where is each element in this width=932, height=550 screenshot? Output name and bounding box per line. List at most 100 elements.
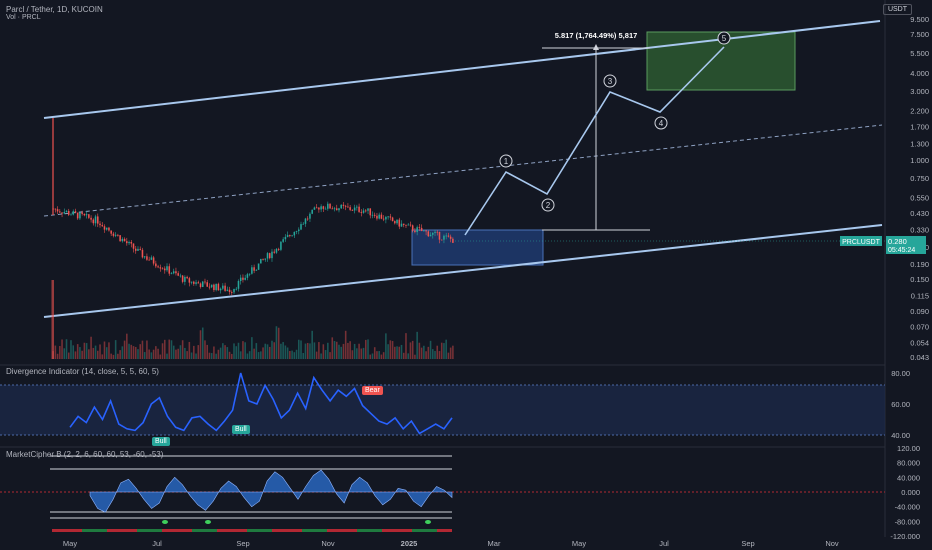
volume-bar <box>351 350 354 359</box>
volume-bar <box>286 347 289 359</box>
price-axis: 9.500 7.500 5.500 4.000 3.000 2.200 1.700 1.300… <box>910 15 929 362</box>
volume-bar <box>331 337 334 359</box>
volume-bar <box>320 353 322 359</box>
price-tick-label: 0.750 <box>910 174 929 183</box>
volume-bar <box>244 342 246 359</box>
volume-bar <box>206 344 208 359</box>
mcb-strip-segment <box>257 529 262 532</box>
mcb-strip-segment <box>322 529 327 532</box>
volume-bar <box>318 342 320 359</box>
price-badge-countdown: 05:45:24 <box>888 247 915 254</box>
marketcipher-tick-label: -80.000 <box>895 517 920 526</box>
divergence-title[interactable]: Divergence Indicator (14, close, 5, 5, 6… <box>6 367 159 376</box>
mcb-strip-segment <box>427 529 432 532</box>
volume-bar <box>56 353 59 359</box>
wave-label-5: 5 <box>717 31 731 45</box>
volume-bar <box>349 341 351 359</box>
candle-body <box>101 225 104 227</box>
mcb-strip-segment <box>392 529 397 532</box>
volume-bar <box>429 340 432 359</box>
chart-canvas[interactable]: 5.817 (1,764.49%) 5,817 1 2 3 4 5 9.500 7… <box>0 0 932 550</box>
candle-body <box>324 208 327 210</box>
price-tick-label: 7.500 <box>910 30 929 39</box>
candle-body <box>175 271 177 274</box>
volume-bar <box>123 340 126 359</box>
candles[interactable] <box>52 118 454 296</box>
volume-bar <box>358 343 360 359</box>
volume-bar <box>280 343 282 359</box>
candle-body <box>210 284 213 288</box>
candle-body <box>358 206 360 212</box>
volume-bar <box>396 346 398 359</box>
volume-bar <box>67 352 70 359</box>
candle-body <box>204 281 206 283</box>
candle-body <box>74 211 77 213</box>
candle-body <box>103 226 106 230</box>
candle-body <box>313 207 316 210</box>
candle-body <box>177 273 179 276</box>
volume-bar <box>264 343 267 359</box>
volume-bar <box>239 351 242 359</box>
volume-bar <box>268 346 271 359</box>
volume-bar <box>257 352 260 359</box>
volume-bar <box>199 330 202 359</box>
volume-bar <box>405 333 407 359</box>
candle-body <box>248 273 251 275</box>
candle-body <box>181 275 184 282</box>
candle-body <box>226 289 229 291</box>
mcb-strip-segment <box>182 529 187 532</box>
volume-bar <box>293 352 296 359</box>
price-tick-label: 0.054 <box>910 339 929 348</box>
candle-body <box>315 207 318 209</box>
mcb-strip-segment <box>307 529 312 532</box>
currency-label[interactable]: USDT <box>882 4 912 15</box>
candle-body <box>360 211 363 213</box>
candle-body <box>409 224 412 226</box>
candle-body <box>219 288 222 291</box>
candle-body <box>432 232 434 235</box>
marketcipher-title[interactable]: MarketCipher B (2, 2, 6, 60, 60, 53, -60… <box>6 450 163 459</box>
volume-bar <box>63 348 66 359</box>
mcb-strip-segment <box>437 529 442 532</box>
volume-bar <box>121 346 124 359</box>
wave-label-3-text: 3 <box>608 77 613 86</box>
candle-body <box>170 273 173 275</box>
mcb-strip-segment <box>232 529 237 532</box>
candle-body <box>92 219 95 224</box>
volume-bar <box>367 339 369 359</box>
candle-body <box>148 259 150 261</box>
symbol-legend[interactable]: Parcl / Tether, 1D, KUCOIN <box>6 5 103 14</box>
price-tick-label: 0.190 <box>910 260 929 269</box>
marketcipher-tick-label: 120.00 <box>897 444 920 453</box>
volume-bar <box>134 346 137 359</box>
volume-bar <box>304 343 307 359</box>
volume-legend[interactable]: Vol · PRCL <box>6 14 41 21</box>
candle-body <box>190 281 193 283</box>
volume-bar <box>217 349 220 359</box>
candle-body <box>114 234 117 236</box>
volume-bar <box>251 337 253 359</box>
mcb-strip-segment <box>97 529 102 532</box>
candle-body <box>391 217 394 222</box>
candle-body <box>329 203 331 209</box>
volume-bar <box>103 341 106 359</box>
volume-bar <box>79 347 81 359</box>
candle-body <box>365 210 367 212</box>
volume-bar <box>311 330 313 359</box>
candle-body <box>293 231 296 236</box>
volume-bar <box>130 344 133 359</box>
candle-body <box>110 230 112 234</box>
mcb-strip-segment <box>317 529 322 532</box>
candle-body <box>119 235 121 242</box>
volume-bar <box>402 352 405 359</box>
candle-body <box>231 292 233 293</box>
candle-body <box>327 203 329 209</box>
candle-body <box>161 268 164 270</box>
channel-mid-line[interactable] <box>43 124 883 217</box>
volume-bar <box>70 340 72 359</box>
volume-bar <box>427 346 430 359</box>
mcb-strip-segment <box>357 529 362 532</box>
time-tick-label: Jul <box>152 539 162 548</box>
candle-body <box>389 216 392 218</box>
entry-box[interactable] <box>411 229 544 266</box>
